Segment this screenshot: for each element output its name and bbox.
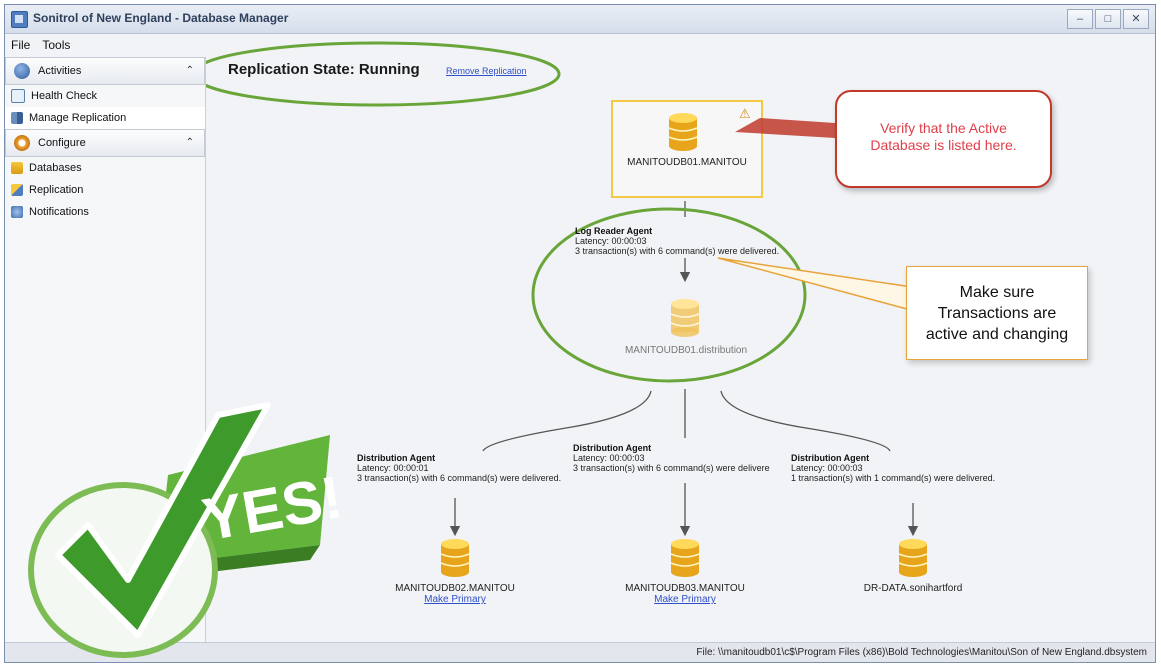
callout-line: Make sure [959, 284, 1035, 301]
callout-line: Database is listed here. [870, 137, 1017, 153]
callout-line: Transactions are [937, 305, 1057, 322]
checkmark-icon: YES! [28, 402, 347, 658]
verify-callout: Verify that the Active Database is liste… [835, 90, 1052, 188]
make-sure-callout: Make sure Transactions are active and ch… [906, 266, 1088, 360]
callout-line: Verify that the Active [880, 120, 1007, 136]
callout-line: active and changing [925, 326, 1069, 343]
